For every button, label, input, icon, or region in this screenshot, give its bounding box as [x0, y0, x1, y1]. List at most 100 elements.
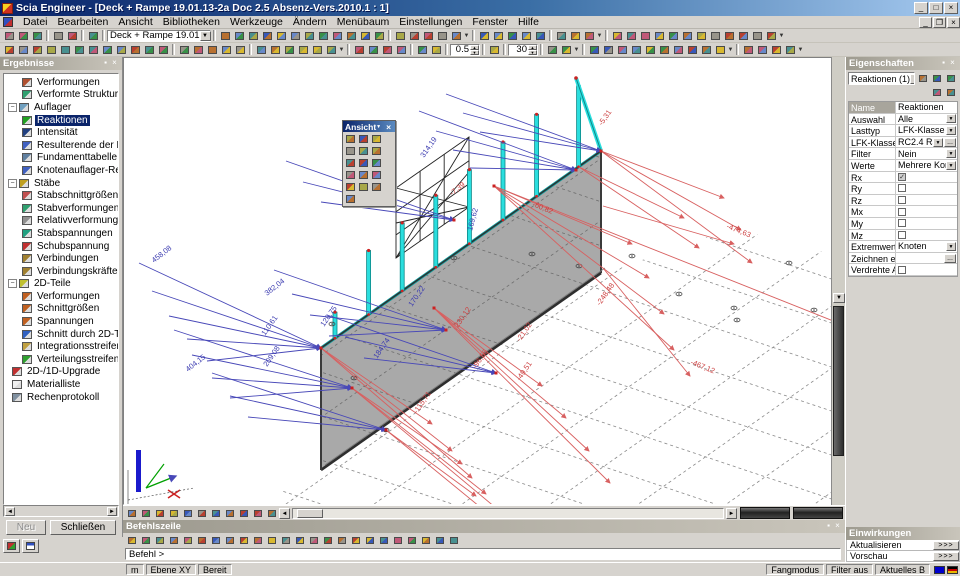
property-value[interactable]: Alle — [898, 114, 946, 124]
view-x-icon[interactable] — [611, 30, 624, 42]
pin-icon[interactable]: ▪ — [101, 59, 110, 68]
menu-datei[interactable]: Datei — [18, 15, 53, 29]
copy-special-icon[interactable] — [569, 30, 582, 42]
group-icon[interactable] — [381, 44, 394, 56]
send-back-icon[interactable] — [367, 44, 380, 56]
beam-icon[interactable] — [588, 44, 601, 56]
edit-geometry-icon[interactable] — [192, 44, 205, 56]
scroll-right-icon[interactable]: ► — [726, 508, 737, 519]
beam-support-icon[interactable] — [686, 44, 699, 56]
menu-ansicht[interactable]: Ansicht — [113, 15, 157, 29]
property-value[interactable]: Knoten — [898, 241, 946, 251]
pan-icon[interactable] — [344, 157, 357, 169]
vscroll-thumb[interactable] — [833, 306, 844, 456]
select-icon[interactable] — [3, 44, 16, 56]
view-right-icon[interactable] — [709, 30, 722, 42]
model-viewport[interactable]: 458,08382,04314,19110,61404,15209,08128,… — [123, 57, 845, 505]
clipboard-paste-icon[interactable] — [555, 30, 568, 42]
checkbox-mx[interactable] — [898, 208, 906, 216]
close-icon[interactable]: × — [833, 522, 842, 531]
status-cell-fangmodus[interactable]: Fangmodus — [766, 564, 824, 575]
load-icon[interactable] — [714, 44, 727, 56]
hscroll-thumb[interactable] — [297, 509, 323, 518]
tree-item-verformte-struktur[interactable]: Verformte Struktur — [4, 89, 118, 102]
scale-step-icon[interactable] — [488, 44, 501, 56]
export-icon[interactable] — [436, 30, 449, 42]
grid-settings-icon[interactable] — [406, 534, 419, 546]
tree-item-stabspannungen[interactable]: Stabspannungen — [4, 227, 118, 240]
deselect-icon[interactable] — [45, 44, 58, 56]
language-flag-icon[interactable] — [947, 566, 958, 574]
plate-icon[interactable] — [616, 44, 629, 56]
copy-icon[interactable] — [255, 44, 268, 56]
view-left-icon[interactable] — [695, 30, 708, 42]
neu-button[interactable]: Neu — [6, 520, 46, 535]
ansicht-toolbar-header[interactable]: Ansicht ▼ × — [343, 121, 395, 132]
coord-absolute-icon[interactable] — [280, 534, 293, 546]
tree-expander-icon[interactable]: − — [8, 179, 17, 188]
new-icon[interactable] — [3, 30, 16, 42]
viewport-vscrollbar[interactable]: ▼ — [831, 57, 845, 505]
rectangle-icon[interactable] — [506, 30, 519, 42]
toolbar-overflow-icon[interactable]: ▼ — [573, 47, 580, 53]
checkbox-ry[interactable] — [898, 184, 906, 192]
project-manager-icon[interactable] — [87, 30, 100, 42]
tree-expander-icon[interactable]: − — [8, 279, 17, 288]
layer-view-icon[interactable] — [238, 507, 251, 519]
view-z-icon[interactable] — [639, 30, 652, 42]
snap-endpoint-icon[interactable] — [168, 534, 181, 546]
reduce-icon[interactable] — [344, 169, 357, 181]
chevron-down-icon[interactable]: ▼ — [910, 74, 915, 84]
toolbar-overflow-icon[interactable]: ▼ — [596, 33, 603, 39]
view-y-icon[interactable] — [625, 30, 638, 42]
section-view-icon[interactable] — [129, 44, 142, 56]
tree-item-verbindungskr-fte[interactable]: Verbindungskräfte — [4, 265, 118, 278]
dot-snap-icon[interactable] — [420, 534, 433, 546]
status-cell-filter-aus[interactable]: Filter aus — [826, 564, 873, 575]
save-view-icon[interactable] — [742, 44, 755, 56]
plane-xz-icon[interactable] — [378, 534, 391, 546]
filter-edit-icon[interactable] — [931, 73, 944, 85]
scroll-left-icon[interactable]: ◄ — [5, 507, 15, 516]
materials-icon[interactable] — [233, 30, 246, 42]
select-add-icon[interactable] — [17, 44, 30, 56]
node-support-icon[interactable] — [672, 44, 685, 56]
cursor-step-icon[interactable] — [434, 534, 447, 546]
table-edit-icon[interactable] — [206, 44, 219, 56]
pencil-icon[interactable] — [945, 73, 958, 85]
menu-bearbeiten[interactable]: Bearbeiten — [53, 15, 114, 29]
mark-point-icon[interactable] — [220, 44, 233, 56]
select-polygon-icon[interactable] — [31, 44, 44, 56]
rotate-icon[interactable] — [283, 44, 296, 56]
regenerate-icon[interactable] — [224, 507, 237, 519]
tree-item-relativverformung[interactable]: Relativverformung — [4, 215, 118, 228]
grid-step-icon[interactable] — [560, 44, 573, 56]
picture-icon[interactable] — [422, 30, 435, 42]
tree-item-verteilungsstreifen[interactable]: Verteilungsstreifen — [4, 353, 118, 366]
menu-fenster[interactable]: Fenster — [467, 15, 513, 29]
show-element-icon[interactable] — [101, 44, 114, 56]
status-cell-aktuelles-b[interactable]: Aktuelles B — [875, 564, 930, 575]
chevron-down-icon[interactable]: ▼ — [200, 31, 211, 41]
render-mode-icon[interactable] — [140, 507, 153, 519]
magnet-icon[interactable] — [430, 44, 443, 56]
clip-box-icon[interactable] — [115, 44, 128, 56]
tree-item-stabschnittgr-en[interactable]: Stabschnittgrößen — [4, 189, 118, 202]
print-icon[interactable] — [394, 30, 407, 42]
pin-icon[interactable]: ▪ — [939, 59, 948, 68]
results-tree-hscrollbar[interactable]: ◄ ► — [3, 505, 119, 517]
menu-werkzeuge[interactable]: Werkzeuge — [225, 15, 288, 29]
step-spinner[interactable]: 0.5▲▼ — [450, 44, 480, 56]
bring-front-icon[interactable] — [353, 44, 366, 56]
menu-menbaum[interactable]: Menübaum — [332, 15, 395, 29]
ucs-rotate-icon[interactable] — [336, 534, 349, 546]
render-mode-icon[interactable] — [157, 44, 170, 56]
view-axo-icon[interactable] — [653, 30, 666, 42]
hidden-lines-icon[interactable] — [154, 507, 167, 519]
command-input[interactable] — [125, 548, 841, 560]
mdi-restore-button[interactable]: ❐ — [933, 17, 946, 28]
palette-icon[interactable] — [266, 507, 279, 519]
plane-yz-icon[interactable] — [392, 534, 405, 546]
wireframe-mode-icon[interactable] — [126, 507, 139, 519]
scrollbar-drop-icon[interactable]: ▼ — [833, 293, 845, 303]
